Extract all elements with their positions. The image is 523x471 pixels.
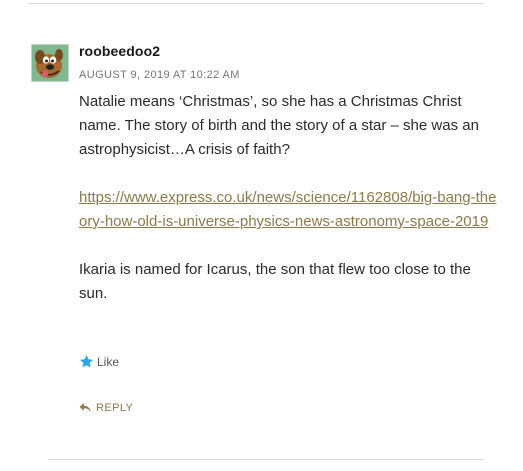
comment-author[interactable]: roobeedoo2 (79, 43, 160, 59)
reply-arrow-icon (79, 403, 91, 413)
comment-link[interactable]: https://www.express.co.uk/news/science/1… (79, 189, 496, 230)
comment-date[interactable]: AUGUST 9, 2019 AT 10:22 AM (79, 69, 240, 81)
like-button[interactable]: Like (79, 354, 119, 369)
comment-body: Natalie means ‘Christmas’, so she has a … (79, 90, 499, 330)
bottom-divider (48, 459, 484, 460)
comment-paragraph: Natalie means ‘Christmas’, so she has a … (79, 93, 479, 158)
reply-button[interactable]: REPLY (79, 402, 133, 414)
avatar[interactable] (31, 44, 69, 82)
top-divider (28, 3, 484, 4)
like-label: Like (97, 354, 120, 369)
comment-link-paragraph: https://www.express.co.uk/news/science/1… (79, 186, 499, 234)
star-icon (80, 355, 93, 368)
comment-paragraph: Ikaria is named for Icarus, the son that… (79, 261, 471, 302)
reply-label: REPLY (96, 402, 134, 414)
avatar-dog-image (32, 45, 68, 81)
